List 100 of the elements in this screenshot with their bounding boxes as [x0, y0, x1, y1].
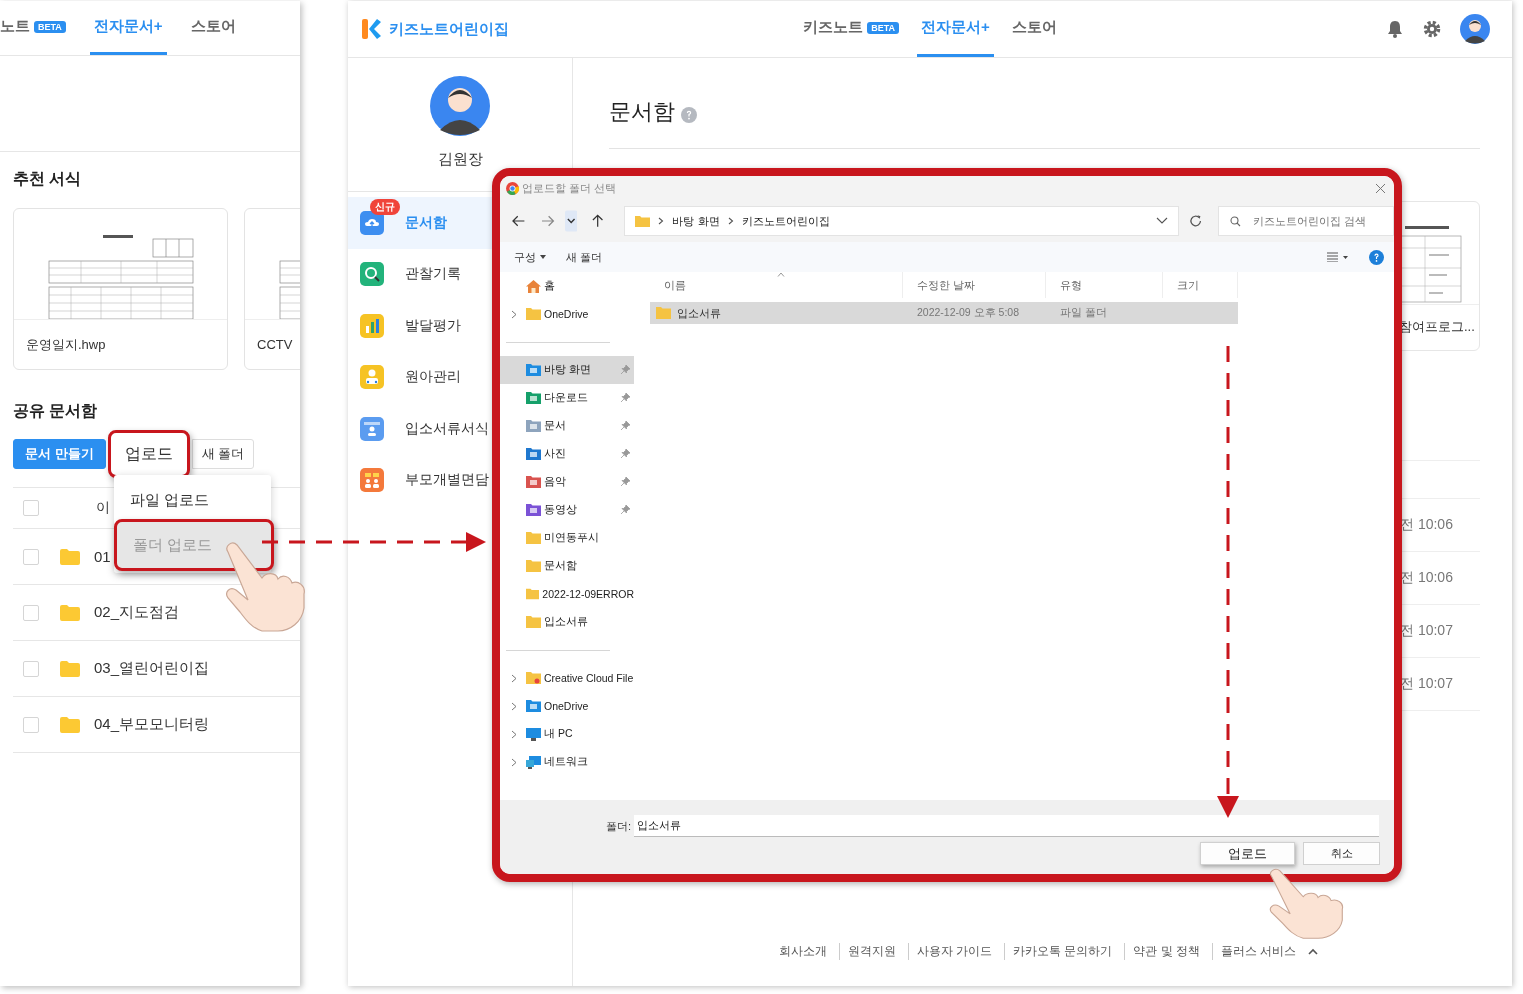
expand-chevron-icon[interactable]	[511, 309, 517, 319]
new-folder-button[interactable]: 새 폴더	[566, 249, 603, 265]
file-name: CCTV	[256, 336, 294, 354]
help-icon[interactable]	[681, 106, 697, 123]
avatar[interactable]	[1460, 14, 1490, 44]
sort-caret-icon	[777, 272, 785, 277]
checkbox[interactable]	[23, 660, 39, 677]
navigation-item[interactable]: 홈	[500, 272, 634, 300]
column-header[interactable]: 이름	[650, 272, 903, 298]
folder-name[interactable]: 02_지도점검	[94, 603, 180, 622]
settings-icon[interactable]	[1422, 19, 1442, 39]
pin-icon[interactable]	[621, 365, 630, 374]
column-header[interactable]: 유형	[1046, 272, 1163, 298]
organize-menu-button[interactable]: 구성	[514, 249, 546, 265]
close-icon[interactable]	[1375, 182, 1386, 194]
folder-name: 사진	[544, 447, 566, 461]
navigation-item[interactable]: 문서함	[500, 552, 634, 580]
expand-chevron-icon[interactable]	[511, 729, 517, 739]
expand-chevron-icon[interactable]	[511, 757, 517, 767]
checkbox[interactable]	[23, 716, 39, 733]
dialog-title: 업로드할 폴더 선택	[522, 180, 617, 196]
upload-button[interactable]: 업로드	[1200, 842, 1295, 865]
modified-time: 전 10:06	[1400, 516, 1454, 534]
forward-arrow-icon[interactable]	[541, 214, 555, 228]
pin-icon[interactable]	[621, 477, 630, 486]
nav-tab[interactable]: 스토어	[186, 1, 240, 55]
folder-icon	[526, 672, 541, 684]
caret-icon[interactable]	[1308, 947, 1319, 956]
navigation-item[interactable]: 문서	[500, 412, 634, 440]
section-title: 공유 문서함	[13, 401, 99, 421]
logo-icon	[361, 18, 381, 40]
navigation-item[interactable]: 음악	[500, 468, 634, 496]
folder-name: 바탕 화면	[544, 363, 591, 377]
breadcrumb-item[interactable]: 키즈노트어린이집	[741, 213, 830, 229]
toolbar-button[interactable]: 새 폴더	[191, 439, 255, 469]
menu-item[interactable]: 파일 업로드	[114, 481, 271, 519]
checkbox[interactable]	[23, 604, 39, 621]
folder-name[interactable]: 03_열린어린이집	[94, 659, 210, 678]
folder-name[interactable]: 04_부모모니터링	[94, 715, 210, 734]
footer-link[interactable]: 원격지원	[838, 943, 904, 960]
nav-tab[interactable]: 노트 BETA	[0, 1, 70, 55]
recent-locations-button[interactable]	[564, 210, 578, 232]
column-header[interactable]: 수정한 날짜	[903, 272, 1046, 298]
footer-link[interactable]: 사용자 가이드	[907, 943, 1000, 960]
column-header: 이	[96, 499, 110, 517]
folder-name[interactable]: 01	[94, 548, 111, 565]
checkbox[interactable]	[23, 500, 39, 516]
navigation-item[interactable]: 내 PC	[500, 720, 634, 748]
footer-link[interactable]: 회사소개	[770, 943, 835, 960]
navigation-item[interactable]: 입소서류	[500, 608, 634, 636]
navigation-item[interactable]: 2022-12-09ERROR	[500, 580, 634, 608]
breadcrumb-item[interactable]: 바탕 화면	[672, 213, 720, 229]
toolbar-button[interactable]: 업로드	[107, 430, 190, 478]
column-header[interactable]: 크기	[1163, 272, 1238, 298]
folder-name: OneDrive	[544, 700, 589, 712]
file-row[interactable]: 입소서류 2022-12-09 오후 5:08 파일 폴더	[650, 302, 1238, 324]
back-arrow-icon[interactable]	[512, 214, 526, 228]
folder-icon	[526, 308, 541, 320]
folder-icon	[526, 588, 540, 600]
folder-name: 동영상	[544, 503, 577, 517]
navigation-item[interactable]: 네트워크	[500, 748, 634, 776]
nav-tab[interactable]: 스토어	[1007, 1, 1061, 57]
view-options-icon[interactable]	[1327, 252, 1349, 262]
navigation-item[interactable]: 다운로드	[500, 384, 634, 412]
template-card[interactable]: 운영일지.hwp	[13, 208, 228, 370]
bell-icon[interactable]	[1386, 20, 1404, 38]
cancel-button[interactable]: 취소	[1303, 842, 1380, 865]
navigation-item[interactable]: 사진	[500, 440, 634, 468]
navigation-item[interactable]: Creative Cloud File	[500, 664, 634, 692]
pin-icon[interactable]	[621, 393, 630, 402]
modified-time: 전 10:07	[1400, 622, 1454, 640]
footer-link[interactable]: 플러스 서비스	[1212, 943, 1305, 960]
navigation-item[interactable]: OneDrive	[500, 300, 634, 328]
monitor-icon	[526, 727, 541, 741]
navigation-item[interactable]: 바탕 화면	[500, 356, 634, 384]
footer-link[interactable]: 약관 및 정책	[1124, 943, 1208, 960]
user-name: 김원장	[437, 150, 483, 169]
navigation-item[interactable]: 동영상	[500, 496, 634, 524]
expand-chevron-icon[interactable]	[511, 673, 517, 683]
up-arrow-icon[interactable]	[591, 214, 605, 228]
pin-icon[interactable]	[621, 421, 630, 430]
expand-chevron-icon[interactable]	[511, 701, 517, 711]
folder-icon	[526, 364, 541, 376]
navigation-item[interactable]: 미연동푸시	[500, 524, 634, 552]
nav-tab[interactable]: 키즈노트 BETA	[799, 1, 904, 57]
chevron-right-icon	[658, 217, 665, 225]
address-bar[interactable]: 바탕 화면 키즈노트어린이집	[624, 206, 1179, 236]
folder-name-field[interactable]: 입소서류	[634, 815, 1379, 837]
chevron-down-icon[interactable]	[1155, 217, 1168, 225]
pin-icon[interactable]	[621, 505, 630, 514]
footer-link[interactable]: 카카오톡 문의하기	[1004, 943, 1121, 960]
pin-icon[interactable]	[621, 449, 630, 458]
checkbox[interactable]	[23, 548, 39, 565]
folder-icon	[60, 548, 80, 565]
navigation-item[interactable]: OneDrive	[500, 692, 634, 720]
search-field[interactable]: 키즈노트어린이집 검색	[1218, 206, 1394, 236]
menu-label: 문서함	[405, 213, 447, 232]
chevron-right-icon	[727, 217, 734, 225]
refresh-icon[interactable]	[1188, 214, 1203, 228]
help-icon[interactable]	[1369, 249, 1384, 265]
